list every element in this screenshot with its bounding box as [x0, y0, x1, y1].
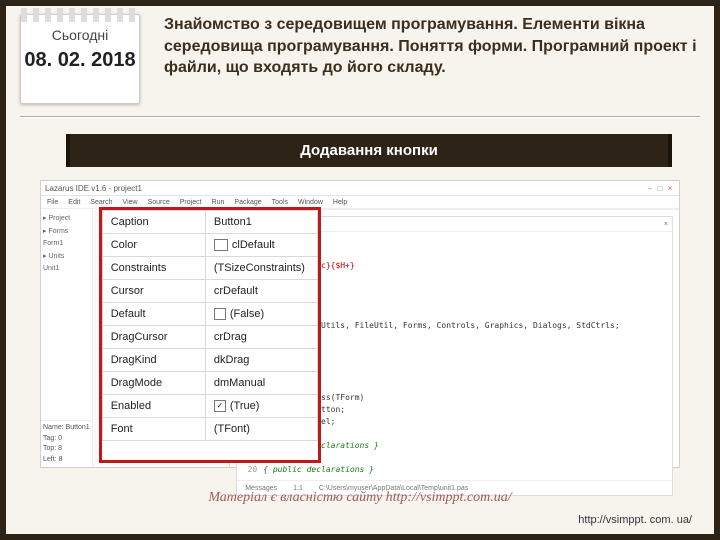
- prop-name[interactable]: DragMode: [102, 372, 205, 395]
- prop-value[interactable]: clDefault: [205, 234, 317, 257]
- table-row: CursorcrDefault: [102, 280, 317, 303]
- date-value: 08. 02. 2018: [21, 49, 139, 72]
- close-icon[interactable]: ×: [665, 184, 675, 193]
- date-notepad: Сьогодні 08. 02. 2018: [20, 14, 140, 104]
- palette-tab[interactable]: SQLdb: [602, 209, 624, 210]
- table-row: Default(False): [102, 303, 317, 326]
- palette-tab[interactable]: System: [425, 209, 448, 210]
- prop-name[interactable]: Cursor: [102, 280, 205, 303]
- ide-title: Lazarus IDE v1.6 - project1: [45, 184, 142, 193]
- project-tree[interactable]: ▸ Project ▸ Forms Form1 ▸ Units Unit1: [41, 209, 92, 420]
- tree-item[interactable]: Unit1: [43, 263, 90, 276]
- prop-name[interactable]: DragCursor: [102, 326, 205, 349]
- prop-value[interactable]: (False): [205, 303, 317, 326]
- prop-value[interactable]: ✓(True): [205, 395, 317, 418]
- object-inspector-area: CaptionButton1 ColorclDefault Constraint…: [93, 209, 231, 467]
- menu-item[interactable]: Window: [298, 199, 323, 206]
- header: Сьогодні 08. 02. 2018 Знайомство з серед…: [20, 14, 700, 104]
- table-row: Font(TFont): [102, 418, 317, 441]
- menu-item[interactable]: Source: [148, 199, 170, 206]
- menu-item[interactable]: Search: [90, 199, 112, 206]
- palette-tab[interactable]: Misc: [456, 209, 470, 210]
- prop-row: Top: 8: [43, 444, 90, 455]
- color-swatch-icon: [214, 239, 228, 251]
- prop-row: Tag: 0: [43, 434, 90, 445]
- palette-tab[interactable]: SynEdit: [524, 209, 548, 210]
- prop-row: Left: 8: [43, 455, 90, 466]
- footer-url: http://vsimppt. com. ua/: [578, 514, 692, 526]
- prop-value[interactable]: Button1: [205, 211, 317, 234]
- object-inspector-highlight: CaptionButton1 ColorclDefault Constraint…: [99, 207, 321, 463]
- tree-item[interactable]: Form1: [43, 238, 90, 251]
- prop-name[interactable]: Font: [102, 418, 205, 441]
- menu-item[interactable]: Package: [234, 199, 261, 206]
- checkbox-checked-icon[interactable]: ✓: [214, 400, 226, 412]
- prop-value[interactable]: crDefault: [205, 280, 317, 303]
- prop-value[interactable]: crDrag: [205, 326, 317, 349]
- tree-item[interactable]: ▸ Forms: [43, 226, 90, 239]
- table-row: DragModedmManual: [102, 372, 317, 395]
- table-row: ColorclDefault: [102, 234, 317, 257]
- ide-body: ▸ Project ▸ Forms Form1 ▸ Units Unit1 Na…: [41, 209, 679, 467]
- menu-item[interactable]: Edit: [68, 199, 80, 206]
- menu-item[interactable]: View: [123, 199, 138, 206]
- tree-item[interactable]: ▸ Project: [43, 213, 90, 226]
- prop-name[interactable]: Enabled: [102, 395, 205, 418]
- checkbox-unchecked-icon[interactable]: [214, 308, 226, 320]
- divider: [20, 116, 700, 118]
- prop-value[interactable]: dmManual: [205, 372, 317, 395]
- prop-name[interactable]: Default: [102, 303, 205, 326]
- table-row: Enabled✓(True): [102, 395, 317, 418]
- menu-item[interactable]: Run: [212, 199, 225, 206]
- tree-item[interactable]: ▸ Units: [43, 251, 90, 264]
- table-row: DragKinddkDrag: [102, 349, 317, 372]
- table-row: DragCursorcrDrag: [102, 326, 317, 349]
- ide-window: Lazarus IDE v1.6 - project1 – □ × File E…: [40, 180, 680, 468]
- today-label: Сьогодні: [21, 27, 139, 43]
- footer-attribution: Матеріал є власністю сайту http://vsimpp…: [0, 490, 720, 506]
- menu-item[interactable]: File: [47, 199, 58, 206]
- table-row: CaptionButton1: [102, 211, 317, 234]
- prop-name[interactable]: Constraints: [102, 257, 205, 280]
- prop-value[interactable]: dkDrag: [205, 349, 317, 372]
- prop-name[interactable]: DragKind: [102, 349, 205, 372]
- prop-row: Name: Button1: [43, 423, 90, 434]
- section-ribbon: Додавання кнопки: [66, 134, 672, 167]
- palette-tab[interactable]: DataAccess: [379, 209, 416, 210]
- menu-item[interactable]: Project: [180, 199, 202, 206]
- ide-left-panel: ▸ Project ▸ Forms Form1 ▸ Units Unit1 Na…: [41, 209, 93, 467]
- palette-tab[interactable]: LazControls: [478, 209, 515, 210]
- prop-value[interactable]: (TFont): [205, 418, 317, 441]
- prop-value[interactable]: (TSizeConstraints): [205, 257, 317, 280]
- palette-tab[interactable]: RTT: [556, 209, 569, 210]
- object-inspector-table[interactable]: CaptionButton1 ColorclDefault Constraint…: [102, 210, 318, 441]
- page-title: Знайомство з середовищем програмування. …: [156, 14, 700, 104]
- prop-name[interactable]: Caption: [102, 211, 205, 234]
- table-row: Constraints(TSizeConstraints): [102, 257, 317, 280]
- left-mini-props: Name: Button1 Tag: 0 Top: 8 Left: 8: [41, 420, 92, 467]
- maximize-icon[interactable]: □: [655, 184, 665, 193]
- menu-item[interactable]: Help: [333, 199, 347, 206]
- palette-tab[interactable]: Pascal Script: [632, 209, 673, 210]
- minimize-icon[interactable]: –: [645, 184, 655, 193]
- prop-name[interactable]: Color: [102, 234, 205, 257]
- ide-titlebar: Lazarus IDE v1.6 - project1 – □ ×: [41, 181, 679, 196]
- palette-tab[interactable]: Chart: [577, 209, 594, 210]
- menu-item[interactable]: Tools: [272, 199, 288, 206]
- palette-tab[interactable]: Dialogs: [348, 209, 371, 210]
- close-icon[interactable]: ×: [664, 221, 668, 228]
